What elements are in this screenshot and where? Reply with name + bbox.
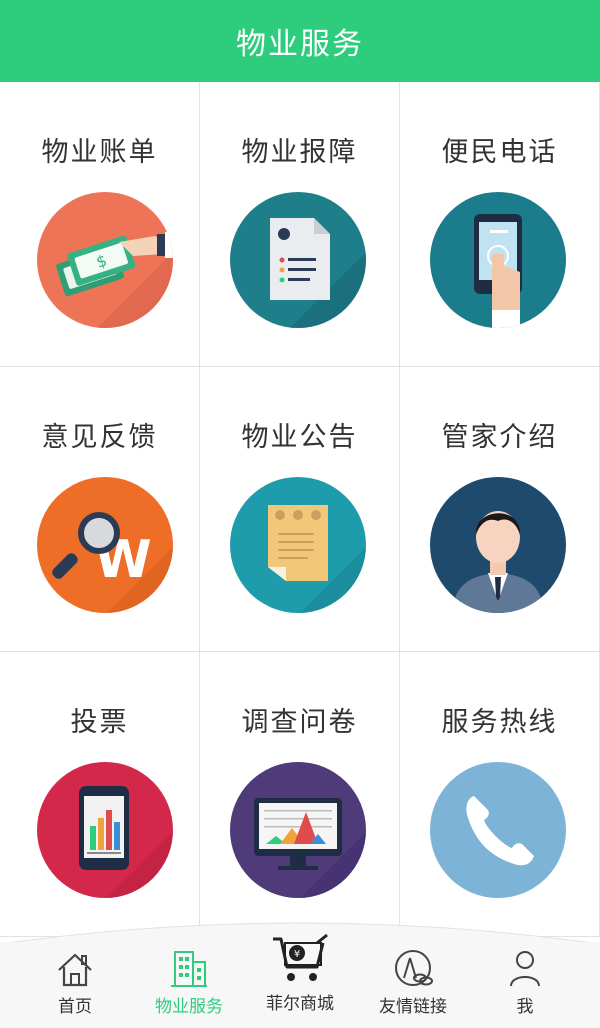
service-convenience-phone[interactable]: 便民电话 <box>400 82 600 367</box>
tab-label: 首页 <box>58 997 92 1017</box>
phone-chart-icon <box>37 762 173 898</box>
phone-touch-icon <box>430 192 566 328</box>
service-label: 物业报障 <box>241 137 358 168</box>
tab-label: 物业服务 <box>155 997 223 1017</box>
service-label: 调查问卷 <box>241 707 358 738</box>
service-label: 物业账单 <box>41 137 158 168</box>
monitor-chart-icon <box>230 762 366 898</box>
service-grid: 物业账单 $ $ 物业报障 <box>0 82 600 942</box>
service-label: 管家介绍 <box>441 422 558 453</box>
service-label: 意见反馈 <box>41 422 158 453</box>
service-property-repair[interactable]: 物业报障 <box>200 82 400 367</box>
service-label: 服务热线 <box>441 707 558 738</box>
svg-text:¥: ¥ <box>294 949 300 960</box>
user-icon <box>508 942 542 988</box>
money-hand-icon: $ $ <box>37 192 173 328</box>
bottom-tab-bar: 首页 物业服务 ¥ 菲尔商城 友情链接 我 <box>0 933 600 1028</box>
service-feedback[interactable]: 意见反馈 W <box>0 367 200 652</box>
service-label: 物业公告 <box>241 422 358 453</box>
magnifier-w-icon: W <box>37 477 173 613</box>
service-label: 便民电话 <box>441 137 558 168</box>
document-icon <box>230 192 366 328</box>
tab-label: 友情链接 <box>379 997 447 1017</box>
service-butler-intro[interactable]: 管家介绍 <box>400 367 600 652</box>
handset-icon <box>430 762 566 898</box>
notice-paper-icon <box>230 477 366 613</box>
shopping-cart-icon: ¥ <box>271 928 329 985</box>
butler-avatar-icon <box>430 477 566 613</box>
page-title: 物业服务 <box>236 27 364 62</box>
tab-label: 菲尔商城 <box>266 994 334 1014</box>
tab-friend-links[interactable]: 友情链接 <box>358 942 468 1028</box>
tab-home[interactable]: 首页 <box>20 942 130 1028</box>
app-header: 物业服务 <box>0 0 600 82</box>
service-hotline[interactable]: 服务热线 <box>400 652 600 937</box>
tab-mall[interactable]: ¥ 菲尔商城 <box>245 928 355 1014</box>
home-icon <box>55 942 95 988</box>
tab-me[interactable]: 我 <box>470 942 580 1028</box>
service-announcement[interactable]: 物业公告 <box>200 367 400 652</box>
link-icon <box>392 942 434 988</box>
service-survey[interactable]: 调查问卷 <box>200 652 400 937</box>
service-vote[interactable]: 投票 <box>0 652 200 937</box>
service-property-bill[interactable]: 物业账单 $ $ <box>0 82 200 367</box>
tab-label: 我 <box>516 997 534 1017</box>
building-icon <box>169 942 209 988</box>
service-label: 投票 <box>70 707 129 738</box>
tab-property-service[interactable]: 物业服务 <box>134 942 244 1028</box>
